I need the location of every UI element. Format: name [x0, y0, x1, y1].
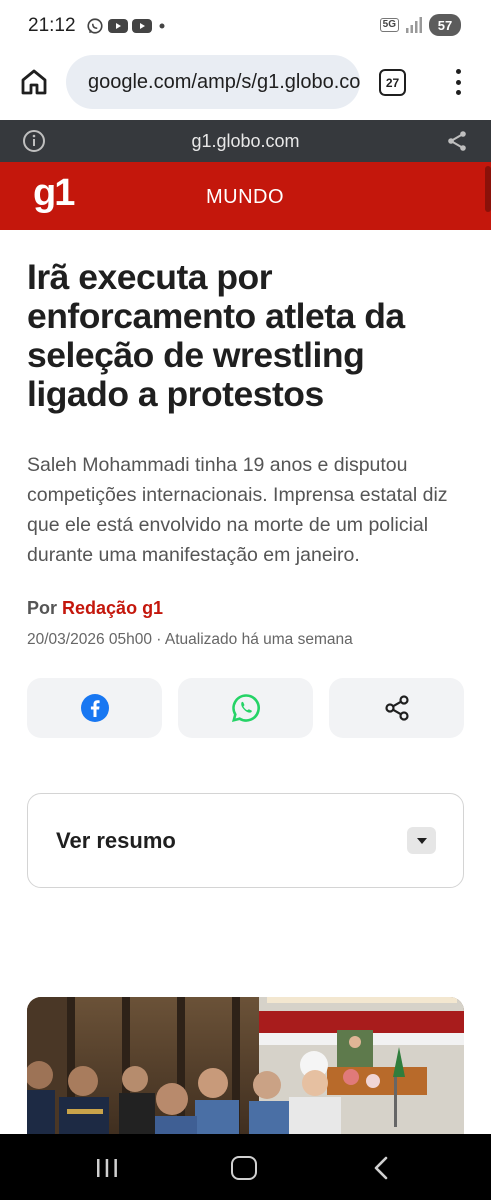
author-link[interactable]: Redação g1 — [62, 598, 163, 618]
more-menu-icon[interactable] — [448, 66, 468, 98]
summary-title: Ver resumo — [56, 827, 176, 853]
summary-expander[interactable]: Ver resumo — [27, 793, 464, 888]
whatsapp-icon — [86, 18, 103, 34]
recent-apps-icon[interactable] — [94, 1158, 120, 1178]
whatsapp-icon — [231, 694, 260, 723]
menu-dot — [455, 90, 461, 95]
back-icon[interactable] — [370, 1156, 394, 1180]
article-photo — [27, 997, 464, 1137]
share-more-button[interactable] — [329, 678, 464, 738]
chevron-down-icon[interactable] — [407, 827, 436, 854]
status-right: 5G 57 — [379, 14, 461, 36]
amp-domain[interactable]: g1.globo.com — [191, 131, 299, 152]
signal-icon — [406, 17, 422, 33]
tab-switcher-button[interactable]: 27 — [379, 69, 406, 96]
g1-logo[interactable]: g1 — [33, 172, 75, 215]
system-navigation-bar — [0, 1134, 491, 1200]
url-text: google.com/amp/s/g1.globo.com/mundo/noti… — [88, 70, 360, 93]
home-nav-icon[interactable] — [231, 1156, 257, 1180]
home-icon[interactable] — [18, 66, 50, 98]
share-whatsapp-button[interactable] — [178, 678, 313, 738]
section-label[interactable]: MUNDO — [206, 186, 284, 209]
share-icon — [384, 695, 409, 721]
menu-dot — [455, 79, 461, 85]
status-time: 21:12 — [28, 15, 76, 36]
network-label: 5G — [379, 18, 399, 32]
article-photo-image — [27, 997, 464, 1137]
browser-toolbar: google.com/amp/s/g1.globo.com/mundo/noti… — [0, 52, 491, 120]
address-bar[interactable]: google.com/amp/s/g1.globo.com/mundo/noti… — [66, 55, 360, 109]
youtube-icon — [107, 19, 128, 33]
article-byline: Por Redação g1 — [27, 598, 163, 619]
facebook-icon — [80, 694, 109, 722]
article-subtitle: Saleh Mohammadi tinha 19 anos e disputou… — [27, 454, 448, 566]
share-icon[interactable] — [445, 129, 469, 153]
status-bar: 21:12 5G 57 — [0, 0, 491, 52]
page-scrollbar[interactable] — [485, 166, 491, 212]
info-icon[interactable] — [22, 129, 46, 153]
youtube-icon — [131, 19, 152, 33]
article-headline: Irã executa por enforcamento atleta da s… — [27, 257, 405, 414]
more-dot-icon — [159, 23, 165, 29]
site-header: g1 MUNDO — [0, 162, 491, 230]
byline-prefix: Por — [27, 598, 58, 618]
menu-dot — [455, 69, 461, 74]
share-facebook-button[interactable] — [27, 678, 162, 738]
notification-icons — [86, 17, 168, 35]
article-dateline: 20/03/2026 05h00 · Atualizado há uma sem… — [27, 631, 353, 648]
battery-indicator: 57 — [429, 14, 461, 36]
amp-header-bar: g1.globo.com — [0, 120, 491, 162]
